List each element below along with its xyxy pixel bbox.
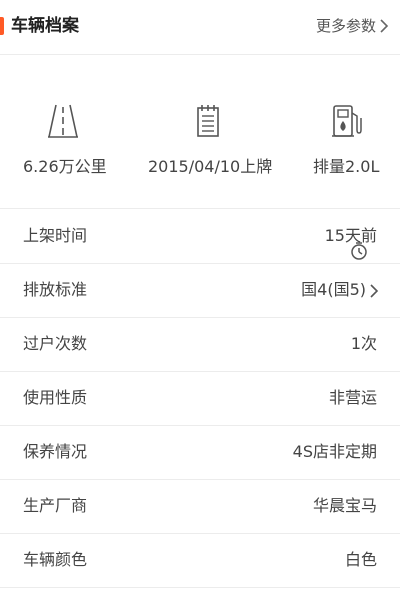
summary-mileage: 6.26万公里	[0, 55, 143, 208]
road-icon	[48, 104, 78, 138]
row-label: 上架时间	[23, 226, 88, 245]
timer-icon[interactable]	[348, 240, 370, 262]
row-emission-standard[interactable]: 排放标准 国4(国5)	[0, 263, 400, 318]
row-value: 国4(国5)	[301, 280, 366, 299]
row-label: 生产厂商	[23, 496, 88, 515]
chevron-right-icon[interactable]	[378, 18, 390, 34]
more-params-link[interactable]: 更多参数	[316, 15, 376, 37]
fuel-pump-icon	[332, 105, 362, 137]
row-value: 4S店非定期	[292, 442, 377, 461]
row-label: 保养情况	[23, 442, 88, 461]
accent-bar	[0, 17, 4, 35]
section-title: 车辆档案	[11, 16, 79, 36]
summary-displacement: 排量2.0L	[268, 55, 400, 208]
summary-registration: 2015/04/10上牌	[128, 55, 288, 208]
summary-registration-text: 2015/04/10上牌	[148, 157, 273, 176]
summary-displacement-text: 排量2.0L	[313, 157, 380, 176]
row-label: 过户次数	[23, 334, 88, 353]
chevron-right-icon[interactable]	[369, 283, 379, 299]
row-label: 排放标准	[23, 280, 88, 299]
summary-mileage-text: 6.26万公里	[23, 157, 107, 176]
row-value: 1次	[350, 334, 377, 353]
row-maintenance: 保养情况 4S店非定期	[0, 425, 400, 480]
row-listing-time: 上架时间 15天前	[0, 209, 400, 264]
section-header: 车辆档案 更多参数	[0, 0, 400, 55]
row-value: 白色	[344, 550, 377, 569]
row-value: 非营运	[328, 388, 377, 407]
row-label: 车辆颜色	[23, 550, 88, 569]
row-usage-type: 使用性质 非营运	[0, 371, 400, 426]
calendar-icon	[197, 105, 219, 137]
summary-panel: 6.26万公里 2015/04/10上牌 排量2.0L	[0, 55, 400, 209]
row-manufacturer: 生产厂商 华晨宝马	[0, 479, 400, 534]
row-label: 使用性质	[23, 388, 88, 407]
row-vehicle-color: 车辆颜色 白色	[0, 533, 400, 588]
row-value: 华晨宝马	[312, 496, 377, 515]
row-transfer-count: 过户次数 1次	[0, 317, 400, 372]
